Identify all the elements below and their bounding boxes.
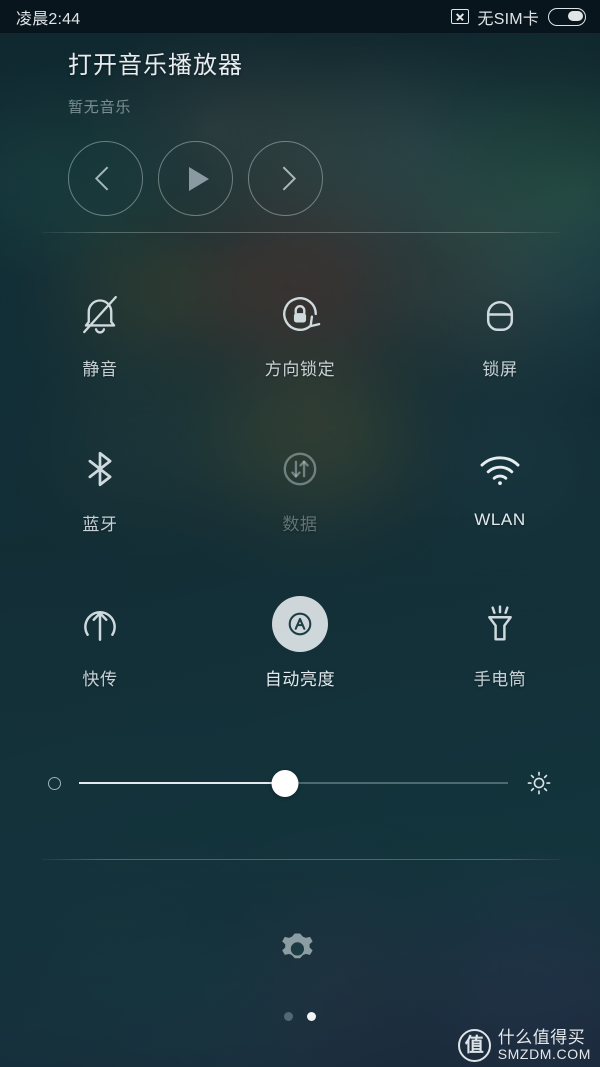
music-player-subtitle: 暂无音乐 xyxy=(68,99,132,116)
sim-status-label: 无SIM卡 xyxy=(477,10,539,28)
settings-button[interactable] xyxy=(0,925,600,973)
mobile-data-icon xyxy=(269,438,331,500)
control-center-screen: 凌晨2:44 无SIM卡 打开音乐播放器 暂无音乐 静音 方向锁定 锁屏 蓝牙 … xyxy=(0,0,600,1067)
lock-icon xyxy=(469,283,531,345)
brightness-slider-track[interactable] xyxy=(79,769,508,797)
slider-thumb[interactable] xyxy=(271,769,299,797)
previous-track-button[interactable] xyxy=(68,141,143,216)
flashlight-icon xyxy=(469,593,531,655)
chevron-right-icon xyxy=(272,166,297,191)
toggle-label: 数据 xyxy=(282,515,318,534)
toggle-mute[interactable]: 静音 xyxy=(0,283,200,438)
bell-off-icon xyxy=(69,283,131,345)
toggle-label: 静音 xyxy=(82,360,118,379)
play-icon xyxy=(188,166,209,191)
toggle-label: 方向锁定 xyxy=(264,360,336,379)
mi-drop-icon xyxy=(69,593,131,655)
active-toggle-background xyxy=(272,596,328,652)
gear-icon xyxy=(282,933,313,959)
toggle-label: 锁屏 xyxy=(482,360,518,379)
page-dot-active[interactable] xyxy=(307,1012,316,1021)
page-dot[interactable] xyxy=(284,1012,293,1021)
bluetooth-icon xyxy=(69,438,131,500)
status-bar-right-cluster: 无SIM卡 xyxy=(450,5,586,29)
music-player-panel: 打开音乐播放器 暂无音乐 xyxy=(0,33,600,216)
auto-brightness-icon xyxy=(269,593,331,655)
wifi-icon xyxy=(469,438,531,500)
toggle-mobile-data[interactable]: 数据 xyxy=(200,438,400,593)
toggle-flashlight[interactable]: 手电筒 xyxy=(400,593,600,748)
quick-settings-row: 静音 方向锁定 锁屏 xyxy=(0,283,600,438)
toggle-rotation-lock[interactable]: 方向锁定 xyxy=(200,283,400,438)
toggle-label: WLAN xyxy=(474,510,526,529)
status-bar-clock: 凌晨2:44 xyxy=(16,10,81,28)
toggle-auto-brightness[interactable]: 自动亮度 xyxy=(200,593,400,748)
toggle-mi-drop[interactable]: 快传 xyxy=(0,593,200,748)
quick-settings-grid: 静音 方向锁定 锁屏 蓝牙 数据 WLAN 快传 自动亮度 手电筒 xyxy=(0,283,600,748)
watermark-text: 什么值得买 SMZDM.COM xyxy=(498,1028,591,1063)
sim-card-off-icon xyxy=(450,9,469,24)
next-track-button[interactable] xyxy=(248,141,323,216)
rotation-lock-icon xyxy=(269,283,331,345)
toggle-lock-screen[interactable]: 锁屏 xyxy=(400,283,600,438)
quick-settings-row: 快传 自动亮度 手电筒 xyxy=(0,593,600,748)
brightness-slider[interactable] xyxy=(0,758,600,808)
watermark: 值 什么值得买 SMZDM.COM xyxy=(457,1028,591,1063)
brightness-low-icon xyxy=(48,776,61,790)
toggle-label: 自动亮度 xyxy=(264,670,336,689)
status-bar: 凌晨2:44 无SIM卡 xyxy=(0,0,600,33)
divider-top xyxy=(42,232,560,233)
toggle-wlan[interactable]: WLAN xyxy=(400,438,600,593)
watermark-name-cn: 什么值得买 xyxy=(497,1028,586,1048)
chevron-left-icon xyxy=(94,166,119,191)
smzdm-logo-icon: 值 xyxy=(457,1029,491,1063)
toggle-label: 快传 xyxy=(82,670,118,689)
watermark-name-en: SMZDM.COM xyxy=(497,1046,591,1063)
quick-settings-row: 蓝牙 数据 WLAN xyxy=(0,438,600,593)
play-button[interactable] xyxy=(158,141,233,216)
page-indicator xyxy=(0,1012,600,1021)
toggle-label: 蓝牙 xyxy=(82,515,118,534)
media-controls xyxy=(68,141,600,216)
toggle-bluetooth[interactable]: 蓝牙 xyxy=(0,438,200,593)
brightness-high-icon xyxy=(526,770,552,796)
music-player-title[interactable]: 打开音乐播放器 xyxy=(68,45,600,80)
divider-bottom xyxy=(42,859,560,860)
toggle-label: 手电筒 xyxy=(473,670,527,689)
battery-icon xyxy=(548,7,586,26)
slider-fill xyxy=(79,781,285,785)
